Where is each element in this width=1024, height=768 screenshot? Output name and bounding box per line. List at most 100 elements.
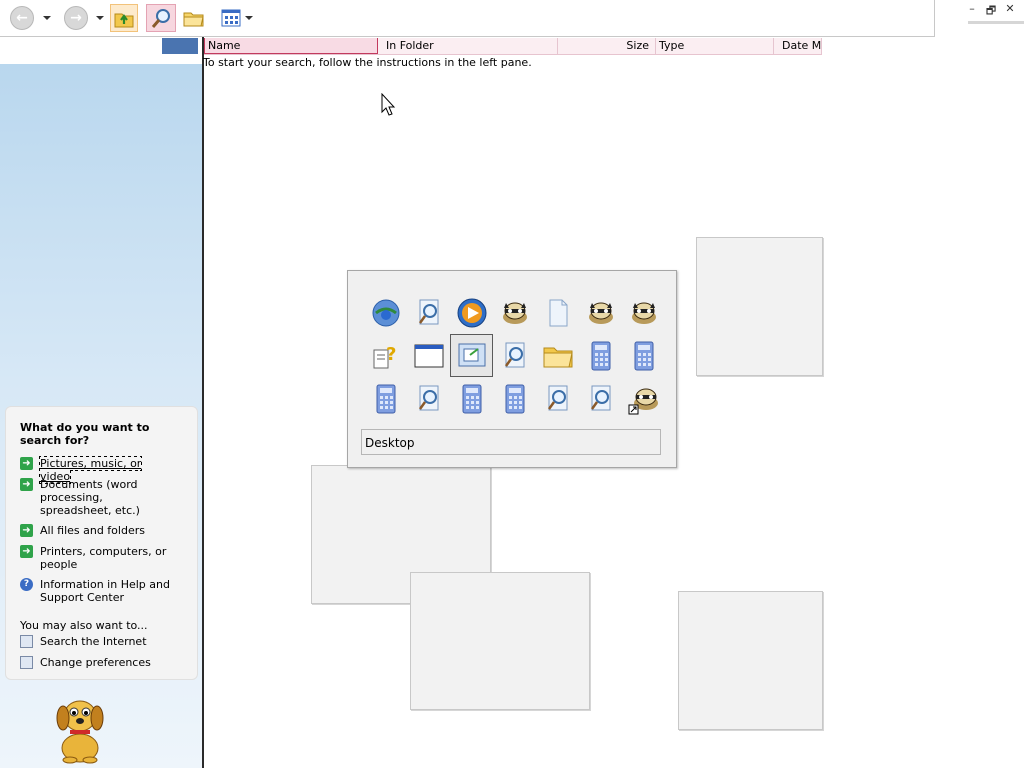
chevron-down-icon — [245, 16, 253, 20]
change-preferences-link[interactable]: Change preferences — [20, 656, 170, 669]
option-label: Search the Internet — [40, 635, 147, 648]
task-switcher-item[interactable] — [364, 291, 407, 334]
option-label: Change preferences — [40, 656, 151, 669]
window-thumbnail — [678, 591, 823, 730]
task-switcher-item[interactable] — [622, 377, 665, 420]
task-switcher-item[interactable] — [450, 291, 493, 334]
calculator-icon — [591, 341, 610, 370]
search-globe-icon — [20, 635, 33, 648]
task-switcher-item[interactable] — [579, 377, 622, 420]
task-switcher: ? Desktop — [347, 270, 677, 468]
column-date-modified[interactable]: Date M — [774, 38, 822, 54]
raccoon-shortcut-icon — [628, 388, 658, 414]
folder-up-icon — [114, 13, 134, 28]
task-switcher-item[interactable] — [407, 334, 450, 377]
task-switcher-item[interactable] — [407, 291, 450, 334]
search-internet-link[interactable]: Search the Internet — [20, 635, 170, 648]
task-switcher-label: Desktop — [361, 429, 661, 455]
folders-button[interactable] — [182, 4, 206, 32]
views-dropdown[interactable] — [245, 4, 253, 32]
left-pane-header — [162, 38, 198, 54]
search-dog-icon[interactable] — [48, 688, 112, 764]
back-history-dropdown[interactable] — [43, 4, 51, 32]
help-doc-icon: ? — [373, 344, 396, 368]
forward-button[interactable]: → — [64, 4, 88, 32]
option-label: Printers, computers, or people — [40, 545, 167, 571]
back-button[interactable]: ← — [10, 4, 34, 32]
search-button[interactable] — [146, 4, 176, 32]
option-all-files-folders[interactable]: ➜ All files and folders — [20, 524, 170, 537]
minimize-button[interactable]: – — [966, 2, 978, 21]
option-label: All files and folders — [40, 524, 145, 537]
search-doc-icon — [547, 385, 567, 410]
task-switcher-item[interactable] — [536, 377, 579, 420]
search-question: What do you want to search for? — [20, 421, 150, 447]
calculator-icon — [634, 341, 653, 370]
chevron-down-icon — [43, 16, 51, 20]
task-switcher-item[interactable]: ? — [364, 334, 407, 377]
blank-doc-icon — [549, 299, 567, 326]
task-switcher-item[interactable] — [536, 334, 579, 377]
raccoon-icon — [631, 302, 656, 324]
task-switcher-item[interactable] — [493, 334, 536, 377]
mouse-cursor-icon — [381, 93, 396, 116]
svg-text:?: ? — [386, 344, 396, 365]
folder-icon — [543, 347, 573, 367]
option-documents[interactable]: ➜ Documents (word processing, spreadshee… — [20, 478, 170, 517]
calculator-icon — [376, 384, 395, 413]
green-arrow-icon: ➜ — [20, 478, 33, 491]
option-label: Information in Help and Support Center — [40, 578, 170, 604]
chevron-down-icon — [96, 16, 104, 20]
option-printers-computers-people[interactable]: ➜ Printers, computers, or people — [20, 545, 170, 571]
task-switcher-item[interactable] — [407, 377, 450, 420]
task-switcher-item[interactable] — [622, 291, 665, 334]
search-doc-icon — [418, 299, 438, 324]
ie-globe-icon — [372, 299, 399, 326]
green-arrow-icon: ➜ — [20, 457, 33, 470]
window-thumbnail — [696, 237, 823, 376]
restore-button[interactable]: 🗗 — [985, 2, 997, 21]
option-help-support[interactable]: ? Information in Help and Support Center — [20, 578, 170, 604]
task-switcher-item[interactable] — [536, 291, 579, 334]
calculator-icon — [505, 384, 524, 413]
pane-divider[interactable] — [202, 37, 204, 768]
task-switcher-item[interactable] — [450, 334, 493, 377]
option-label: Documents (word processing, spreadsheet,… — [40, 478, 140, 517]
column-in-folder[interactable]: In Folder — [378, 38, 558, 54]
search-doc-icon — [590, 385, 610, 410]
task-switcher-item[interactable] — [493, 291, 536, 334]
close-button[interactable]: ✕ — [1004, 2, 1016, 21]
task-switcher-item[interactable] — [364, 377, 407, 420]
folder-icon — [183, 12, 204, 27]
window-thumbnail — [410, 572, 590, 710]
search-options-box: What do you want to search for? ➜ Pictur… — [5, 406, 198, 680]
views-button[interactable] — [220, 4, 242, 32]
raccoon-icon — [502, 302, 527, 324]
task-switcher-item[interactable] — [493, 377, 536, 420]
forward-arrow-icon: → — [64, 6, 88, 30]
magnifier-icon — [151, 9, 170, 28]
raccoon-icon — [588, 302, 613, 324]
task-switcher-item[interactable] — [450, 377, 493, 420]
column-type[interactable]: Type — [656, 38, 774, 54]
calculator-icon — [462, 384, 481, 413]
background-window-edge — [968, 21, 1024, 24]
toolbar: ← → — [0, 0, 935, 37]
up-folder-button[interactable] — [110, 4, 138, 32]
media-player-icon — [457, 298, 486, 327]
column-name[interactable]: Name — [204, 38, 378, 54]
green-arrow-icon: ➜ — [20, 524, 33, 537]
preferences-page-icon — [20, 656, 33, 669]
task-switcher-item[interactable] — [579, 334, 622, 377]
back-arrow-icon: ← — [10, 6, 34, 30]
results-instructions: To start your search, follow the instruc… — [203, 56, 532, 69]
green-arrow-icon: ➜ — [20, 545, 33, 558]
task-switcher-item[interactable] — [579, 291, 622, 334]
views-grid-icon — [221, 9, 241, 27]
column-size[interactable]: Size — [558, 38, 656, 54]
window-icon — [414, 344, 443, 367]
window-controls: – 🗗 ✕ — [966, 2, 1016, 21]
task-switcher-item[interactable] — [622, 334, 665, 377]
forward-history-dropdown[interactable] — [96, 4, 104, 32]
search-doc-icon — [418, 385, 438, 410]
